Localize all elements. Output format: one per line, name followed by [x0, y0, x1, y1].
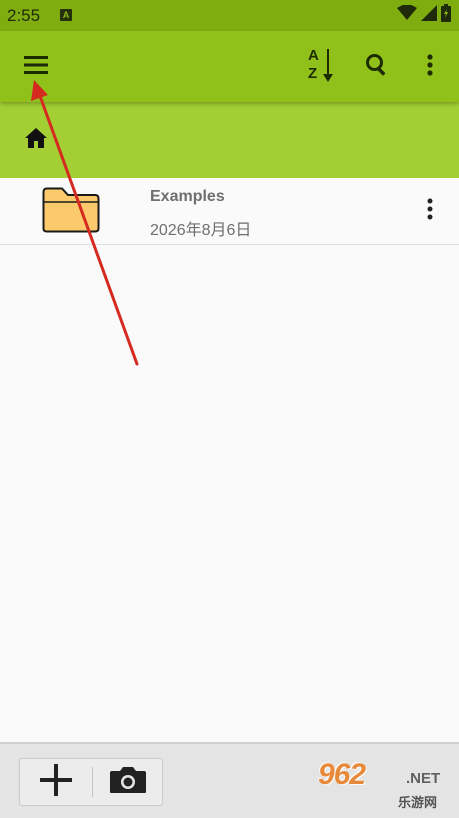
signal-icon	[421, 4, 437, 26]
add-icon	[40, 763, 72, 801]
add-button[interactable]	[20, 759, 92, 805]
notification-badge: A	[60, 9, 72, 21]
menu-button[interactable]	[14, 45, 58, 89]
folder-icon	[42, 187, 100, 238]
watermark-logo: 962 .NET 乐游网	[318, 756, 456, 814]
camera-button[interactable]	[93, 759, 162, 805]
app-toolbar: A Z	[0, 31, 459, 102]
more-vert-icon	[427, 53, 433, 81]
file-date: 2026年8月6日	[150, 222, 252, 239]
watermark-suffix: .NET	[406, 770, 441, 787]
breadcrumb	[0, 102, 459, 178]
status-icons	[397, 3, 451, 27]
watermark-subtitle: 乐游网	[398, 795, 438, 810]
home-breadcrumb-button[interactable]	[18, 122, 54, 158]
watermark-number: 962	[318, 758, 366, 791]
list-item[interactable]: Examples 2026年8月6日	[0, 178, 459, 245]
sort-button[interactable]: A Z	[298, 43, 344, 89]
wifi-icon	[397, 4, 417, 26]
menu-icon	[24, 55, 48, 80]
home-icon	[24, 127, 48, 154]
more-vert-icon	[427, 198, 433, 225]
sort-letter-bottom: Z	[308, 65, 318, 82]
overflow-menu-button[interactable]	[410, 44, 450, 90]
status-bar: 2:55 A	[0, 0, 459, 31]
status-time: 2:55	[7, 6, 41, 25]
battery-icon	[441, 3, 451, 27]
item-overflow-button[interactable]	[414, 192, 446, 230]
sort-letter-top: A	[308, 47, 319, 64]
search-button[interactable]	[354, 44, 400, 90]
sort-az-icon: A Z	[304, 48, 338, 84]
camera-icon	[109, 766, 147, 799]
file-name: Examples	[150, 188, 225, 205]
bottom-button-group	[19, 758, 163, 806]
search-icon	[365, 53, 389, 82]
file-list: Examples 2026年8月6日	[0, 178, 459, 245]
